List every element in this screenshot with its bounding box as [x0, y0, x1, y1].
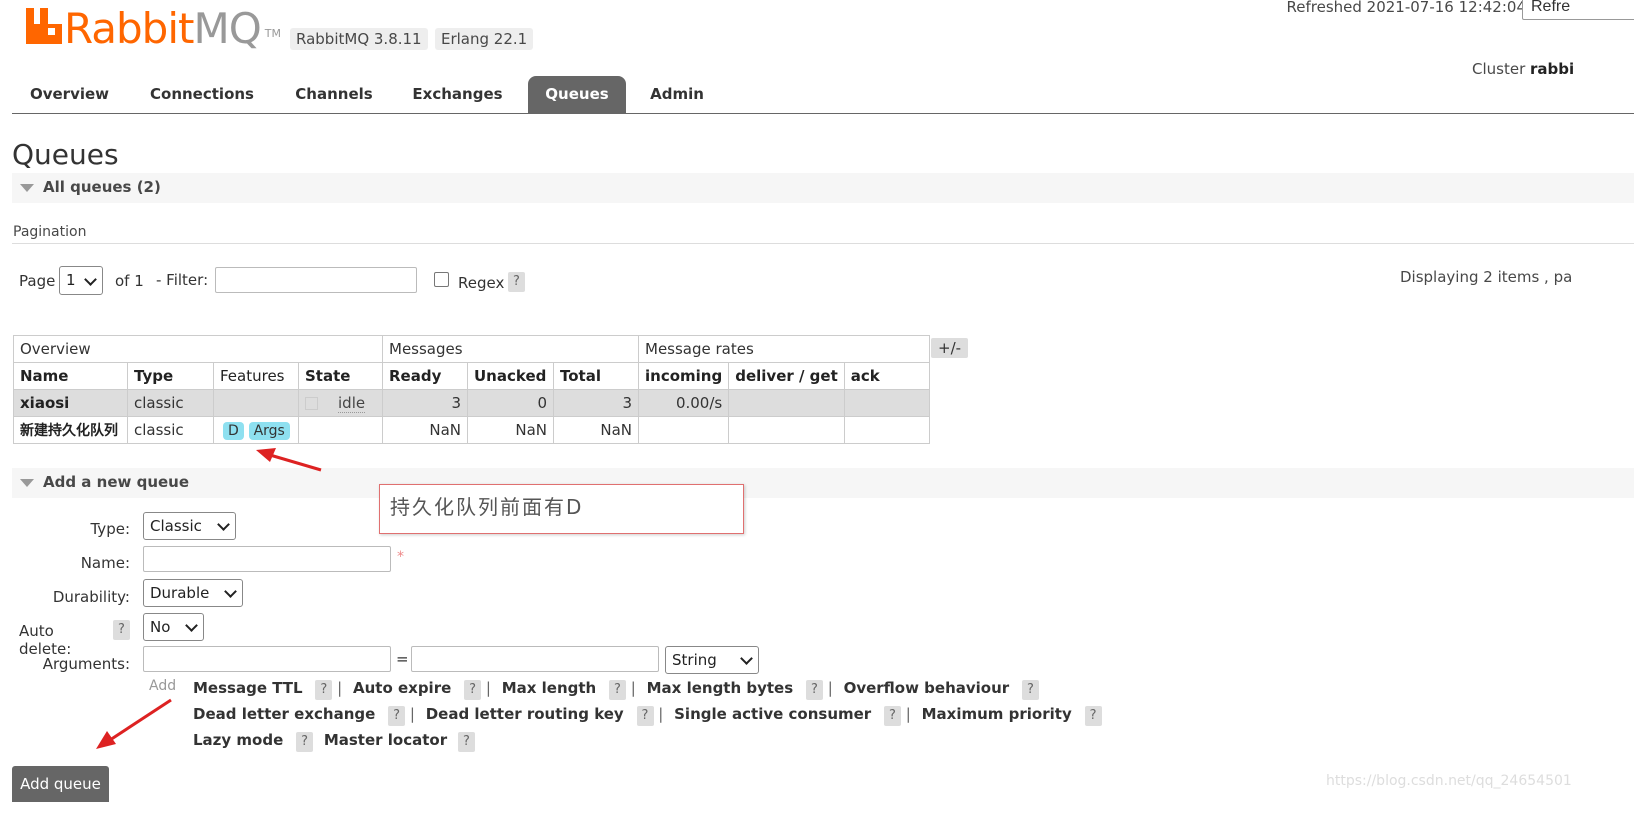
- arrow-to-add-queue-icon: [96, 698, 172, 749]
- arrow-to-d-badge-icon: [256, 448, 322, 472]
- watermark-text: https://blog.csdn.net/qq_24654501: [1326, 773, 1572, 789]
- add-queue-button[interactable]: Add queue: [12, 766, 109, 802]
- annotation-arrows: [96, 448, 322, 749]
